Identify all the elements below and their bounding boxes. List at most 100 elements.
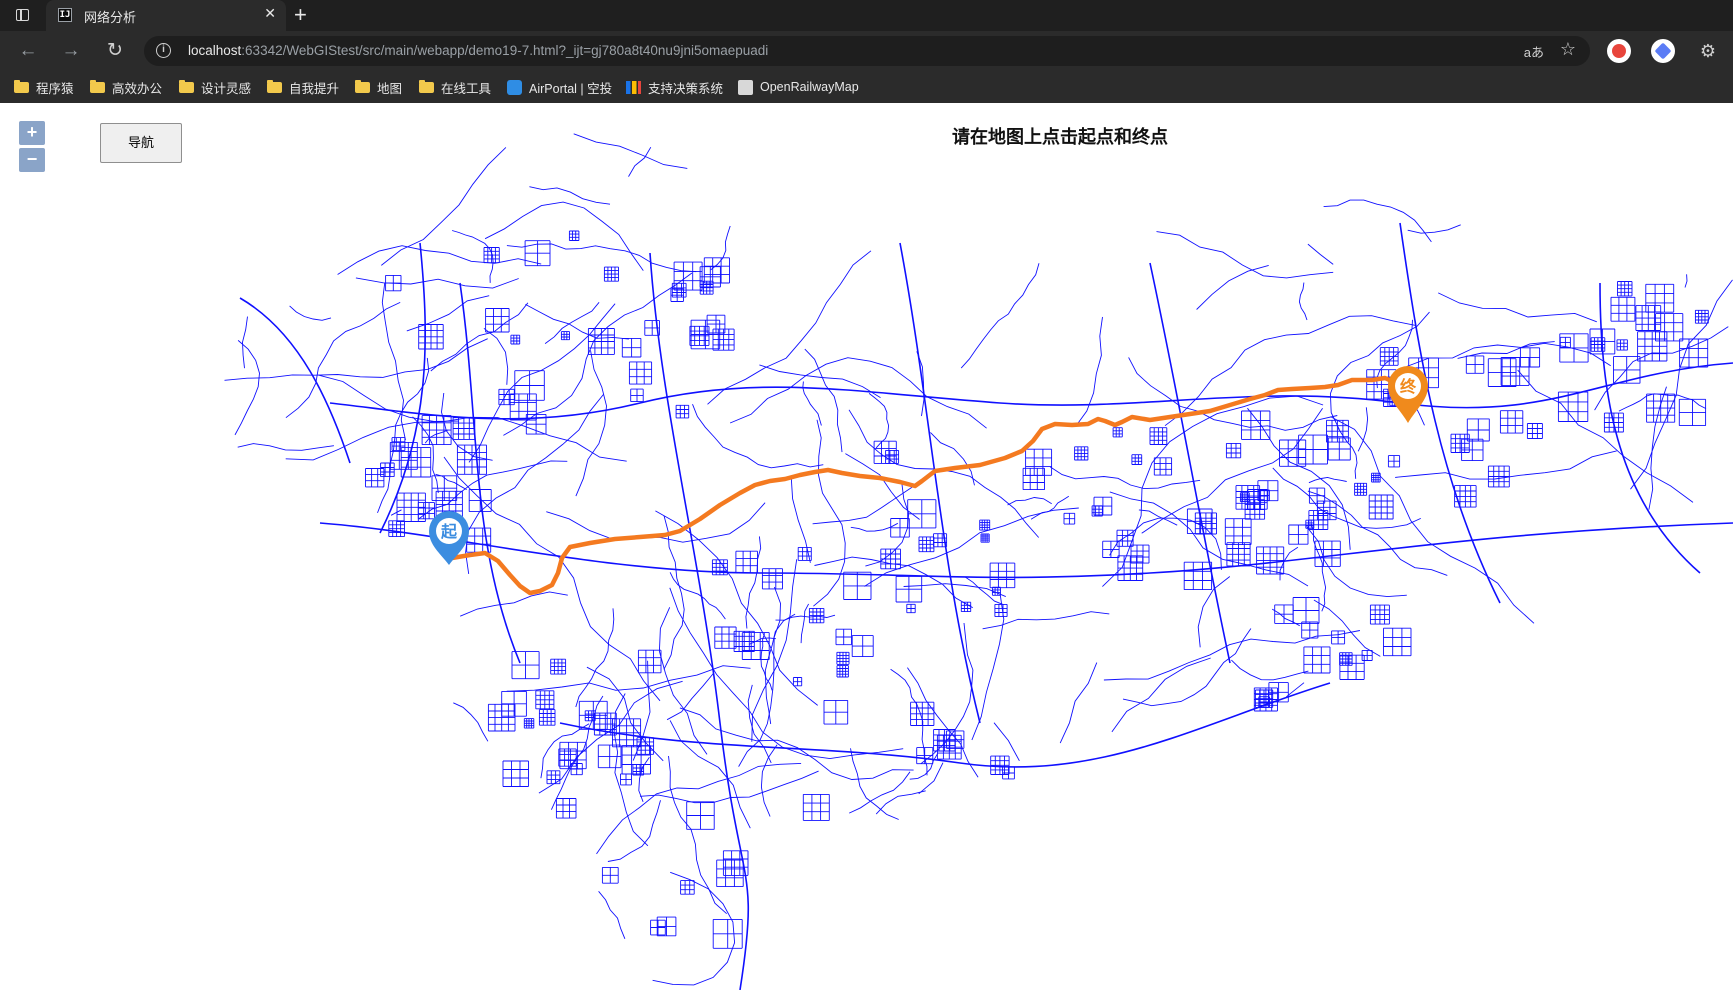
road-segment <box>1337 428 1358 479</box>
road-segment <box>1059 662 1098 744</box>
folder-icon <box>355 79 370 93</box>
url-text[interactable]: localhost:63342/WebGIStest/src/main/weba… <box>188 43 768 58</box>
road-segment <box>916 747 934 765</box>
road-segment <box>1279 546 1299 581</box>
road-segment <box>689 325 710 346</box>
road-segment <box>460 591 568 617</box>
bookmark-item[interactable]: 设计灵感 <box>179 78 251 96</box>
road-segment <box>441 392 493 461</box>
road-segment <box>621 337 642 358</box>
end-marker[interactable]: 终 <box>1388 366 1428 423</box>
road-segment <box>1678 398 1707 427</box>
road-segment <box>1466 418 1490 442</box>
bookmark-item[interactable]: 程序猿 <box>14 78 74 96</box>
navigate-button[interactable]: 导航 <box>100 123 182 163</box>
extension-bird-icon[interactable] <box>1651 39 1675 63</box>
road-segment <box>1225 442 1242 459</box>
road-segment <box>906 603 916 614</box>
road-segment <box>1164 315 1416 427</box>
road-segment <box>1361 649 1373 661</box>
road-segment <box>1371 472 1381 483</box>
road-segment <box>1288 524 1309 545</box>
road-segment <box>890 668 928 776</box>
bookmark-item[interactable]: 支持决策系统 <box>626 78 723 96</box>
road-segment <box>620 773 632 786</box>
reload-icon[interactable]: ↻ <box>103 39 127 63</box>
road-segment <box>501 690 527 717</box>
road-segment <box>960 263 1040 369</box>
bookmark-item[interactable]: 自我提升 <box>267 78 339 96</box>
close-tab-icon[interactable]: ✕ <box>264 5 276 22</box>
road-segment <box>692 404 824 469</box>
url-host: localhost <box>188 43 242 58</box>
road-segment <box>483 247 500 264</box>
bookmark-label: 自我提升 <box>289 81 340 96</box>
road-segment <box>910 701 935 726</box>
road-segment <box>1526 423 1543 439</box>
back-arrow-icon[interactable]: ← <box>16 39 40 63</box>
road-segment <box>237 443 334 451</box>
zoom-out-button[interactable]: − <box>19 148 45 172</box>
road-network-map[interactable]: 起 终 <box>0 103 1733 990</box>
road-segment <box>1149 427 1168 445</box>
road-segment <box>1308 476 1347 484</box>
forward-arrow-icon[interactable]: → <box>59 39 83 63</box>
tab-actions-icon[interactable] <box>16 9 29 21</box>
tab-title: 网络分析 <box>84 10 137 25</box>
road-segment <box>525 304 629 340</box>
bookmark-item[interactable]: AirPortal | 空投 <box>507 78 612 96</box>
bookmark-label: 支持决策系统 <box>648 81 724 96</box>
road-segment <box>355 277 519 289</box>
bookmark-label: OpenRailwayMap <box>760 80 859 94</box>
address-bar[interactable]: i localhost:63342/WebGIStest/src/main/we… <box>144 36 1590 66</box>
road-segment <box>365 468 385 488</box>
road-segment <box>1153 457 1173 476</box>
road-segment <box>1049 466 1201 490</box>
road-segment <box>406 295 490 332</box>
road-segment <box>575 350 607 497</box>
road-segment <box>538 709 556 726</box>
end-marker-label: 终 <box>1400 377 1417 396</box>
folder-icon <box>14 79 29 93</box>
road-segment <box>1030 495 1070 520</box>
road-segment <box>1645 283 1675 313</box>
road-segment <box>1354 482 1368 496</box>
favorite-star-icon[interactable]: ☆ <box>1560 39 1576 60</box>
road-segment <box>385 274 402 292</box>
road-segment <box>936 734 962 760</box>
road-segment <box>443 456 661 702</box>
new-tab-icon[interactable]: + <box>294 2 307 28</box>
zoom-in-button[interactable]: + <box>19 121 45 145</box>
road-segment <box>578 700 608 730</box>
browser-tab[interactable]: IJ 网络分析 ✕ <box>46 0 286 31</box>
road-segment <box>759 364 881 398</box>
road-segment <box>1063 512 1076 525</box>
road-segment <box>710 225 731 271</box>
road-segment <box>1499 410 1524 434</box>
bookmark-item[interactable]: 高效办公 <box>90 78 162 96</box>
road-segment <box>1241 410 1271 440</box>
extensions-puzzle-icon[interactable]: ⚙ <box>1696 39 1720 63</box>
road-segment <box>835 628 852 646</box>
road-segment <box>761 568 783 590</box>
translate-icon[interactable]: aあ <box>1524 42 1544 61</box>
road-segment <box>993 722 1020 762</box>
road-segment <box>1616 339 1628 351</box>
bookmark-item[interactable]: OpenRailwayMap <box>738 78 859 96</box>
road-segment <box>813 419 846 607</box>
road-segment <box>1517 369 1694 503</box>
road-segment <box>379 242 426 534</box>
road-segment <box>1637 331 1668 362</box>
road-segment <box>465 394 604 574</box>
site-info-icon[interactable]: i <box>156 43 171 58</box>
bookmark-item[interactable]: 地图 <box>355 78 402 96</box>
road-segment <box>430 302 529 372</box>
extension-swift-icon[interactable] <box>1607 39 1631 63</box>
road-segment <box>1122 628 1252 707</box>
road-segment <box>1102 395 1324 587</box>
road-segment <box>1298 434 1328 465</box>
road-segment <box>1679 338 1709 368</box>
bookmark-item[interactable]: 在线工具 <box>419 78 491 96</box>
road-segment <box>560 331 570 341</box>
folder-icon <box>267 79 282 93</box>
